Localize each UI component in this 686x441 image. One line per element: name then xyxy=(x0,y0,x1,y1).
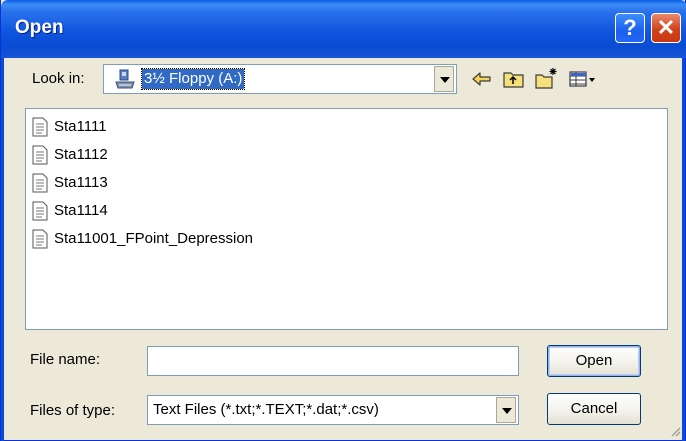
resize-grip-icon[interactable] xyxy=(669,424,681,437)
window-border-right xyxy=(682,58,685,441)
dialog-title: Open xyxy=(15,17,64,38)
file-type-dropdown-button[interactable] xyxy=(496,397,516,423)
look-in-dropdown[interactable]: 3½ Floppy (A:) xyxy=(103,64,457,94)
look-in-dropdown-button[interactable] xyxy=(434,66,454,92)
back-arrow-icon[interactable] xyxy=(469,66,495,92)
file-name-text: Sta1111 xyxy=(54,118,107,135)
file-type-label: Files of type: xyxy=(30,402,116,419)
text-file-icon xyxy=(32,201,48,221)
close-button[interactable]: ✕ xyxy=(651,13,681,43)
file-type-dropdown[interactable]: Text Files (*.txt;*.TEXT;*.dat;*.csv) xyxy=(147,395,519,425)
file-name-text: Sta1112 xyxy=(54,146,108,163)
file-name-text: Sta11001_FPoint_Depression xyxy=(54,230,254,247)
look-in-value: 3½ Floppy (A:) xyxy=(140,68,246,90)
cancel-button[interactable]: Cancel xyxy=(547,393,641,425)
file-type-value: Text Files (*.txt;*.TEXT;*.dat;*.csv) xyxy=(153,401,379,418)
text-file-icon xyxy=(32,145,48,165)
file-name-label: File name: xyxy=(30,351,101,368)
text-file-icon xyxy=(32,117,48,137)
look-in-label: Look in: xyxy=(32,70,85,87)
text-file-icon xyxy=(32,229,48,249)
open-dialog: Open ? ✕ Look in: 3½ Floppy (A:) Sta1111… xyxy=(0,0,686,441)
chevron-down-icon xyxy=(440,77,450,83)
view-menu-icon[interactable] xyxy=(567,66,599,92)
file-name-text: Sta1114 xyxy=(54,202,108,219)
file-name-field[interactable] xyxy=(147,346,519,376)
text-file-icon xyxy=(32,173,48,193)
file-list[interactable]: Sta1111 Sta1112 Sta1113 Sta1114 Sta11001… xyxy=(25,108,668,330)
help-button[interactable]: ? xyxy=(615,13,645,43)
up-folder-icon[interactable] xyxy=(501,66,527,92)
title-bar[interactable]: Open ? ✕ xyxy=(1,0,686,58)
floppy-drive-icon xyxy=(114,69,136,89)
open-button[interactable]: Open xyxy=(547,345,641,377)
file-name-text: Sta1113 xyxy=(54,174,108,191)
new-folder-icon[interactable] xyxy=(533,66,559,92)
chevron-down-icon xyxy=(502,408,512,414)
window-border-left xyxy=(1,58,4,441)
